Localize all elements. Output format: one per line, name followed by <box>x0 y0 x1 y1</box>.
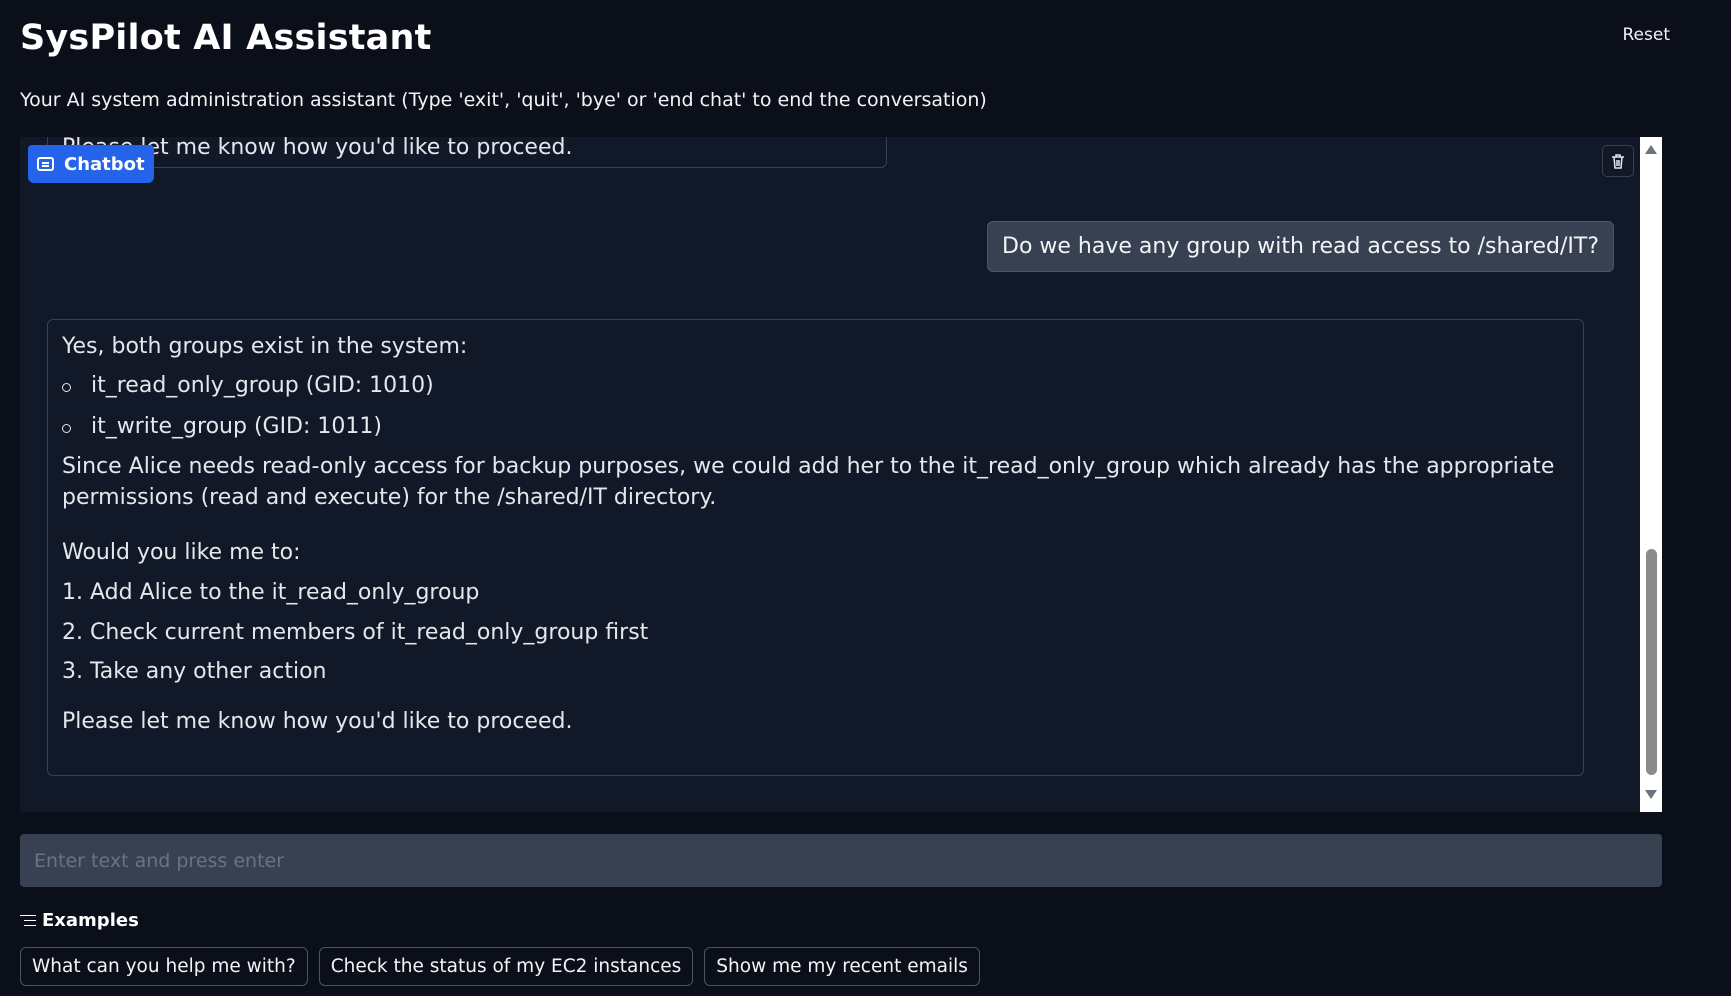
chat-bubble-icon <box>37 157 54 171</box>
previous-bot-message: Please let me know how you'd like to pro… <box>47 137 887 168</box>
list-item: it_write_group (GID: 1011) <box>62 412 1569 443</box>
list-item: it_read_only_group (GID: 1010) <box>62 371 1569 402</box>
bot-step: 3. Take any other action <box>62 659 327 685</box>
bot-closing: Please let me know how you'd like to pro… <box>62 709 573 735</box>
bot-explanation: Since Alice needs read-only access for b… <box>62 454 1555 511</box>
page-subtitle: Your AI system administration assistant … <box>20 89 987 111</box>
scrollbar[interactable] <box>1640 137 1662 812</box>
list-icon <box>20 914 36 927</box>
page-title: SysPilot AI Assistant <box>20 18 432 58</box>
chatbot-label-text: Chatbot <box>64 153 145 175</box>
bot-step: 2. Check current members of it_read_only… <box>62 619 649 645</box>
group-list: it_read_only_group (GID: 1010) it_write_… <box>62 371 1569 443</box>
example-button[interactable]: Show me my recent emails <box>704 947 980 986</box>
message-input[interactable] <box>20 834 1662 887</box>
trash-icon <box>1612 153 1624 169</box>
examples-heading: Examples <box>20 910 139 931</box>
user-message-text: Do we have any group with read access to… <box>1002 234 1599 259</box>
bot-intro: Yes, both groups exist in the system: <box>62 334 468 359</box>
clear-chat-button[interactable] <box>1602 145 1634 177</box>
chat-panel[interactable]: Chatbot Please let me know how you'd lik… <box>20 137 1662 812</box>
bot-message: Yes, both groups exist in the system: it… <box>47 319 1584 776</box>
example-button[interactable]: What can you help me with? <box>20 947 308 986</box>
scrollbar-thumb[interactable] <box>1646 549 1657 775</box>
examples-heading-text: Examples <box>42 910 139 931</box>
user-message: Do we have any group with read access to… <box>987 221 1614 272</box>
example-button[interactable]: Check the status of my EC2 instances <box>318 947 694 986</box>
examples-list: What can you help me with? Check the sta… <box>20 947 980 986</box>
bot-question: Would you like me to: <box>62 539 301 565</box>
chatbot-label: Chatbot <box>28 145 154 183</box>
bot-step: 1. Add Alice to the it_read_only_group <box>62 579 480 605</box>
reset-button[interactable]: Reset <box>1617 24 1677 46</box>
scroll-down-arrow-icon[interactable] <box>1645 790 1657 799</box>
scroll-up-arrow-icon[interactable] <box>1645 145 1657 154</box>
